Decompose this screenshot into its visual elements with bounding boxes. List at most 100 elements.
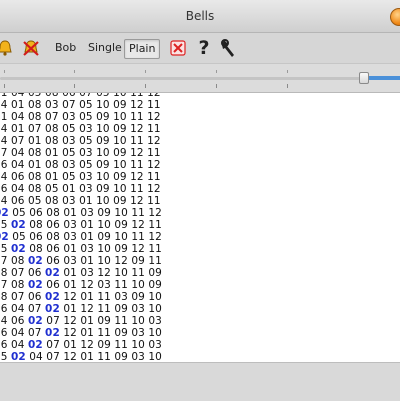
bell-number: 04 [11,183,25,195]
bell-number: 12 [148,231,162,243]
bell-number: 08 [28,183,42,195]
bell-number: 03 [62,135,76,147]
slider-tick [145,70,146,73]
bell-number: 03 [148,339,162,351]
bell-icon[interactable] [0,37,16,59]
bell-number: 02 [28,279,43,291]
bell-number: 02 [45,291,60,303]
bell-number: 08 [0,291,8,303]
rows-panel[interactable]: 01 04 05 08 06 07 05 10 11 1204 01 08 03… [0,92,400,363]
title-bar: Bells [0,0,400,33]
bell-number: 02 [11,219,26,231]
bell-number: 06 [29,231,43,243]
bell-number: 03 [114,291,128,303]
bell-number: 03 [80,267,94,279]
slider-tick [4,70,5,73]
single-button[interactable]: Single [84,39,126,57]
bell-number: 10 [96,195,110,207]
slider-tick [74,70,75,73]
bell-number: 07 [28,123,42,135]
bell-number: 08 [45,159,59,171]
change-row: 08 07 06 02 01 03 12 10 11 09 [0,267,162,279]
slider-fill [368,76,400,80]
bell-number: 12 [131,243,145,255]
bell-number: 06 [0,339,8,351]
bell-number: 10 [114,267,128,279]
bell-number: 10 [96,147,110,159]
bell-number: 11 [114,279,128,291]
bell-number: 06 [0,303,8,315]
change-row: 06 04 02 07 01 12 09 11 10 03 [0,339,162,351]
bell-number: 03 [62,159,76,171]
bell-number: 10 [97,255,111,267]
bell-number: 09 [96,111,110,123]
bell-number: 04 [11,111,25,123]
bell-number: 10 [113,111,127,123]
bell-number: 03 [131,303,145,315]
bell-number: 01 [80,231,94,243]
bell-number: 08 [28,99,42,111]
question-icon[interactable]: ? [193,37,215,59]
bell-number: 12 [147,92,161,99]
bell-number: 05 [12,207,26,219]
bell-number: 01 [80,219,94,231]
slider-track[interactable] [0,77,400,80]
bell-number: 08 [46,207,60,219]
bell-number: 11 [131,207,145,219]
bell-number: 03 [79,171,93,183]
bell-number: 04 [0,171,8,183]
bell-number: 08 [45,92,59,99]
bell-number: 09 [131,255,145,267]
bell-number: 06 [0,327,8,339]
slider-handle[interactable] [359,72,369,84]
change-row: 05 02 08 06 03 01 10 09 12 11 [0,219,162,231]
bell-number: 11 [130,135,144,147]
bell-number: 10 [113,135,127,147]
bell-number: 03 [63,255,77,267]
bell-number: 01 [11,123,25,135]
bell-number: 04 [0,315,8,327]
change-row: 06 04 01 08 03 05 09 10 11 12 [0,159,162,171]
bell-number: 11 [147,99,161,111]
bell-number: 04 [11,303,25,315]
bell-number: 11 [130,183,144,195]
x-box-icon[interactable] [167,37,189,59]
bell-number: 07 [46,339,60,351]
bell-number: 08 [46,231,60,243]
bell-number: 10 [96,171,110,183]
bell-number: 04 [11,92,25,99]
bell-number: 12 [114,255,128,267]
speed-slider[interactable] [0,63,400,92]
bell-number: 04 [0,195,8,207]
change-row: 04 06 08 01 05 03 10 09 12 11 [0,171,162,183]
bell-number: 08 [45,123,59,135]
bell-number: 05 [79,135,93,147]
change-row: 04 01 08 03 07 05 10 09 12 11 [0,99,162,111]
status-bar [0,362,400,401]
bell-number: 05 [62,171,76,183]
bell-crossed-icon[interactable] [20,37,42,59]
bell-number: 12 [63,291,77,303]
bell-number: 02 [0,207,9,219]
bell-number: 06 [28,291,42,303]
bell-number: 11 [131,267,145,279]
bell-number: 06 [11,195,25,207]
wrench-icon[interactable] [219,37,241,59]
plain-button[interactable]: Plain [124,39,161,59]
bell-number: 03 [80,243,94,255]
bell-number: 12 [147,135,161,147]
bell-number: 12 [63,327,77,339]
bell-number: 03 [79,123,93,135]
bell-number: 09 [97,315,111,327]
window-control-button[interactable] [390,8,400,26]
bell-number: 05 [45,183,59,195]
bell-number: 07 [11,291,25,303]
bob-button[interactable]: Bob [51,39,80,57]
bell-number: 11 [130,111,144,123]
bell-number: 07 [28,327,42,339]
bell-number: 10 [148,303,162,315]
bell-number: 02 [28,255,43,267]
bell-number: 10 [114,231,128,243]
change-row: 08 07 06 02 12 01 11 03 09 10 [0,291,162,303]
bell-number: 09 [114,327,128,339]
